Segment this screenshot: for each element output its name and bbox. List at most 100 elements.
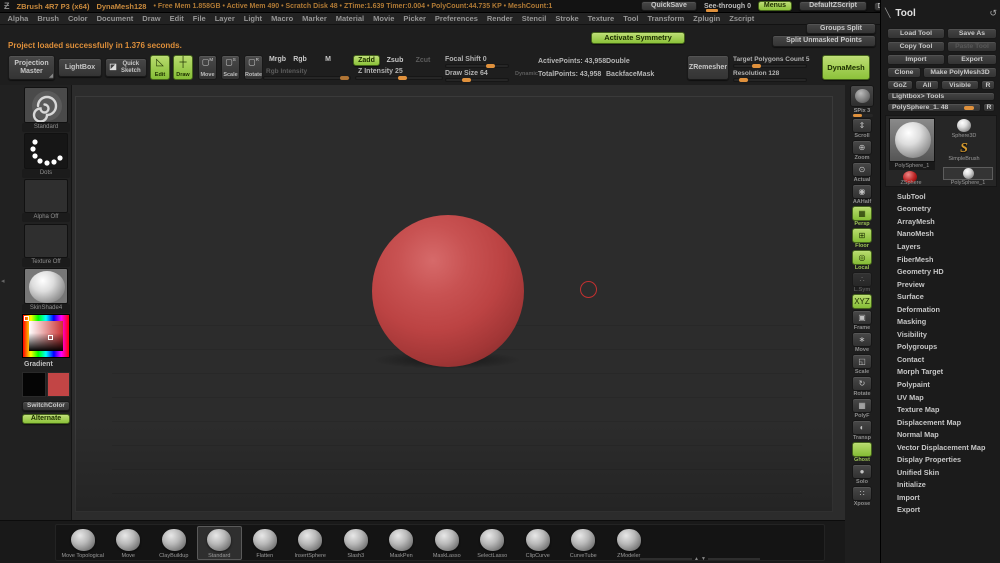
shelf-button[interactable]: ▣ Frame [852,310,872,331]
tool-section[interactable]: Texture Map [881,403,1000,416]
quicksave-button[interactable]: QuickSave [641,1,697,11]
main-color-swatch[interactable] [22,372,46,397]
menu-item[interactable]: Stencil [517,14,551,23]
resolution-knob[interactable] [739,78,748,82]
brush-item[interactable]: InsertSphere [288,526,334,560]
menu-item[interactable]: Render [482,14,517,23]
z-intensity-knob[interactable] [398,76,407,80]
tool-section[interactable]: Polygroups [881,341,1000,354]
shelf-button[interactable]: ◐ Transp [852,420,872,441]
sv-square[interactable] [29,321,63,351]
activate-symmetry-button[interactable]: Activate Symmetry [591,32,685,44]
rgb-button[interactable]: Rgb [291,55,309,65]
tool-section[interactable]: Geometry [881,203,1000,216]
tool-section[interactable]: UV Map [881,391,1000,404]
tool-slider-r-button[interactable]: R [983,103,995,112]
brush-item[interactable]: ClipCurve [515,526,561,560]
current-stroke-thumbnail[interactable] [24,133,68,169]
scale-button[interactable]: ▢S Scale [221,55,240,80]
export-button[interactable]: Export [947,54,997,65]
dynamic-label[interactable]: Dynamic [515,71,538,77]
rotate-button[interactable]: ▢R Rotate [244,55,263,80]
selected-tool-thumbnail[interactable] [943,167,993,180]
tool-section[interactable]: FiberMesh [881,253,1000,266]
make-polymesh3d-button[interactable]: Make PolyMesh3D [923,67,997,78]
rgb-intensity-knob[interactable] [340,76,349,80]
tool-section[interactable]: Initialize [881,479,1000,492]
projection-master-button[interactable]: Projection Master ◢ [8,55,55,80]
tool-section[interactable]: Morph Target [881,366,1000,379]
brush-item[interactable]: ZModeler [606,526,652,560]
shelf-button[interactable]: ⇕ Scroll [852,118,872,139]
tool-section[interactable]: NanoMesh [881,228,1000,241]
brush-item[interactable]: Move [106,526,152,560]
focal-shift-slider[interactable] [445,64,509,68]
tool-section[interactable]: Export [881,504,1000,517]
default-zscript-button[interactable]: DefaultZScript [799,1,867,11]
tool-item-slider[interactable]: PolySphere_1. 48 [887,103,981,112]
resolution-slider[interactable] [733,78,807,82]
brush-item[interactable]: MaskPen [379,526,425,560]
menu-item[interactable]: Marker [298,14,332,23]
tool-section[interactable]: Masking [881,315,1000,328]
current-texture-thumbnail[interactable] [24,224,68,258]
edit-button[interactable]: ◺ Edit [150,55,170,80]
tool-section[interactable]: Visibility [881,328,1000,341]
menu-item[interactable]: Zscript [725,14,759,23]
shelf-button[interactable]: ▦ PolyF [852,398,872,419]
brush-item[interactable]: ClayBuildup [151,526,197,560]
shelf-button[interactable]: ↻ Rotate [852,376,872,397]
menu-item[interactable]: Material [331,14,368,23]
menu-item[interactable]: Edit [165,14,188,23]
target-polygons-slider[interactable] [733,64,807,68]
m-button[interactable]: M [322,55,334,65]
tool-section[interactable]: Contact [881,353,1000,366]
rgb-intensity-slider[interactable] [263,76,351,80]
tool-section[interactable]: Normal Map [881,428,1000,441]
menu-item[interactable]: Tool [619,14,643,23]
menu-item[interactable]: Zplugin [689,14,725,23]
draw-button[interactable]: ┼ Draw [173,55,193,80]
menu-item[interactable]: File [188,14,210,23]
tool-section[interactable]: Vector Displacement Map [881,441,1000,454]
menu-item[interactable]: Preferences [430,14,482,23]
menu-item[interactable]: Macro [267,14,298,23]
tool-section[interactable]: ArrayMesh [881,215,1000,228]
menu-item[interactable]: Texture [583,14,619,23]
brush-item[interactable]: SelectLasso [470,526,516,560]
copy-tool-button[interactable]: Copy Tool [887,41,945,52]
goz-r-button[interactable]: R [981,80,995,90]
zcut-button[interactable]: Zcut [413,55,433,66]
menu-item[interactable]: Draw [138,14,165,23]
tool-item-slider-knob[interactable] [964,106,974,110]
menu-item[interactable]: Picker [399,14,431,23]
reset-palette-icon[interactable]: ↺ [989,8,997,19]
import-button[interactable]: Import [887,54,945,65]
shelf-button[interactable]: ◱ Scale [852,354,872,375]
bpr-render-button[interactable] [850,85,874,107]
menu-item[interactable]: Stroke [551,14,583,23]
shelf-button[interactable]: ∗ Move [852,332,872,353]
menu-item[interactable]: Layer [210,14,239,23]
color-picker[interactable] [22,314,70,358]
shelf-button[interactable]: Ghost [852,442,872,463]
spix-knob[interactable] [853,114,862,117]
brush-item[interactable]: Flatten [242,526,288,560]
move-button[interactable]: ▢M Move [198,55,217,80]
backface-mask-toggle[interactable]: BackfaceMask [606,71,654,78]
tool-section[interactable]: SubTool [881,190,1000,203]
brush-item[interactable]: MaskLasso [424,526,470,560]
spix-slider[interactable]: SPix 3 [851,108,873,117]
see-through-slider[interactable]: See-through 0 [704,1,751,12]
clone-button[interactable]: Clone [887,67,921,78]
menu-item[interactable]: Light [239,14,266,23]
shelf-button[interactable]: ● Solo [852,464,872,485]
paste-tool-button[interactable]: Paste Tool [947,41,997,52]
tool-section[interactable]: Preview [881,278,1000,291]
z-intensity-slider[interactable] [355,76,443,80]
see-through-knob[interactable] [706,9,718,12]
tool-section[interactable]: Import [881,491,1000,504]
tool-section[interactable]: Display Properties [881,453,1000,466]
current-material-thumbnail[interactable] [24,268,68,304]
simplebrush-thumbnail[interactable]: S [956,141,972,156]
